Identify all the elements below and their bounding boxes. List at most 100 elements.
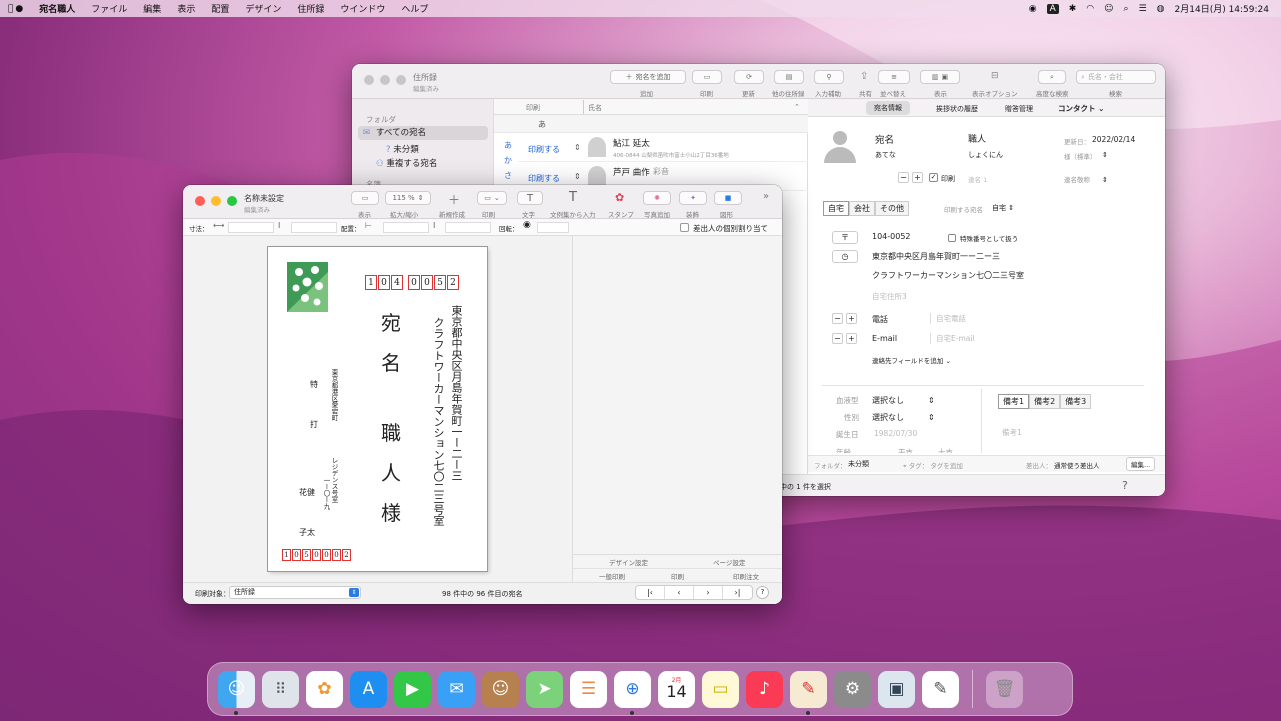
sender-address-line2[interactable]: 一ー〇ー九	[322, 477, 330, 510]
next-record-icon[interactable]: ›	[694, 586, 723, 599]
menu-design[interactable]: デザイン	[237, 2, 289, 15]
contacts-icon[interactable]: ☺	[482, 670, 519, 708]
view-button[interactable]: ▭	[351, 191, 379, 205]
memo-field[interactable]: 備考1	[1002, 427, 1022, 438]
sender-name-part[interactable]: 花健	[299, 487, 315, 498]
zoom-button[interactable]	[227, 196, 237, 206]
atena-shokunin-icon[interactable]: ✎	[790, 670, 827, 715]
tel-minus-button[interactable]: −	[832, 313, 843, 324]
col-print-header[interactable]: 印刷	[526, 103, 540, 113]
sender-building[interactable]: レジデンス号室	[330, 457, 338, 503]
user-icon[interactable]: ☺	[1104, 4, 1113, 14]
tab-other[interactable]: その他	[875, 201, 909, 216]
edit-sender-button[interactable]: 編集...	[1126, 457, 1156, 471]
postcard[interactable]: 1 0 4 0 0 5 2 東京都中央区月島年賀町一ー二ー三 クラフトワーカーマ…	[268, 247, 487, 571]
honorific-select[interactable]: 様（標準）	[1064, 151, 1097, 161]
postal-mark-button[interactable]: 〒	[832, 231, 858, 244]
updown-icon[interactable]: ⇕	[574, 172, 581, 181]
recipient-zip-boxes[interactable]: 1 0 4 0 0 5 2	[365, 275, 459, 290]
print-checkbox[interactable]: ✓	[929, 173, 938, 182]
add-address-button[interactable]: ＋宛名を追加	[610, 70, 686, 84]
shape-button[interactable]: ■	[714, 191, 742, 205]
x-field[interactable]	[383, 222, 429, 233]
page-settings-button[interactable]: ページ設定	[713, 557, 745, 567]
sort-button[interactable]: ≡	[878, 70, 910, 84]
tab-home[interactable]: 自宅	[823, 201, 849, 216]
job-field[interactable]: 職人	[968, 132, 986, 145]
zoom-button[interactable]	[396, 75, 406, 85]
notes-icon[interactable]: ▭	[702, 670, 739, 708]
menu-edit[interactable]: 編集	[135, 2, 169, 15]
print-toggle[interactable]: 印刷する	[528, 144, 560, 155]
tab-print[interactable]: 印刷	[671, 571, 684, 581]
email-field[interactable]: 自宅E-mail	[930, 333, 975, 344]
joint-name-field[interactable]: 連名 1	[968, 174, 987, 184]
first-record-icon[interactable]: |‹	[636, 586, 665, 599]
app-menu[interactable]: 宛名職人	[31, 2, 83, 15]
textedit-icon[interactable]: ✎	[922, 670, 959, 708]
clock-button[interactable]: ◷	[832, 250, 858, 263]
rotate-field[interactable]	[537, 222, 569, 233]
facetime-icon[interactable]: ▶	[394, 670, 431, 708]
email-minus-button[interactable]: −	[832, 333, 843, 344]
advanced-search-button[interactable]: ⌕	[1038, 70, 1066, 84]
rotate-dial-icon[interactable]: ◉	[523, 220, 531, 230]
sender-address-line1[interactable]: 東京都港区愛宕町	[330, 369, 338, 421]
menu-view[interactable]: 表示	[169, 2, 203, 15]
photos-icon[interactable]: ✿	[306, 670, 343, 708]
sender-select[interactable]: 通常使う差出人	[1054, 460, 1100, 470]
app-store-icon[interactable]: A	[350, 670, 387, 708]
print-toggle[interactable]: 印刷する	[528, 173, 560, 184]
table-row[interactable]: 印刷する ⇕ 鮎江 延太 406-0844 山梨県笛吹市富士小山2丁目36番地	[518, 134, 808, 162]
minimize-button[interactable]	[380, 75, 390, 85]
sex-select[interactable]: 選択なし ⇕	[872, 412, 935, 423]
apple-logo-icon[interactable]: ●	[15, 4, 31, 14]
help-button[interactable]: ?	[756, 586, 769, 599]
safari-icon[interactable]: ⊕	[614, 670, 651, 715]
sender-zip-boxes[interactable]: 1 0 5 0 0 0 2	[282, 549, 351, 561]
preview-icon[interactable]: ▣	[878, 670, 915, 708]
plum-flower-stamp[interactable]	[287, 262, 328, 312]
recipient-name[interactable]: 宛 名 職 人 様	[378, 313, 404, 533]
launchpad-icon[interactable]: ⠿	[262, 670, 299, 708]
tab-address-info[interactable]: 宛名情報	[866, 101, 910, 115]
trash-icon[interactable]: 🗑	[986, 670, 1023, 708]
minimize-button[interactable]	[211, 196, 221, 206]
width-field[interactable]	[228, 222, 274, 233]
system-preferences-icon[interactable]: ⚙	[834, 670, 871, 708]
tab-company[interactable]: 会社	[849, 201, 875, 216]
recipient-address-line2[interactable]: クラフトワーカーマンション七〇二三号室	[432, 317, 445, 526]
more-chevron-icon[interactable]: »	[763, 191, 769, 202]
tab-general-print[interactable]: 一般印刷	[599, 571, 625, 581]
y-field[interactable]	[445, 222, 491, 233]
tab-memo2[interactable]: 備考2	[1029, 394, 1061, 409]
tag-field[interactable]: ⌖ タグ： タグを追加	[903, 460, 963, 471]
email-plus-button[interactable]: +	[846, 333, 857, 344]
menu-help[interactable]: ヘルプ	[393, 2, 436, 15]
wifi-icon[interactable]: ◠	[1086, 4, 1094, 14]
menu-addressbook[interactable]: 住所録	[289, 2, 332, 15]
col-name-header[interactable]: 氏名	[588, 103, 602, 113]
sort-chevron-icon[interactable]: ⌃	[794, 103, 800, 111]
height-field[interactable]	[291, 222, 337, 233]
tab-memo3[interactable]: 備考3	[1060, 394, 1092, 409]
control-center-icon[interactable]: ☰	[1139, 4, 1147, 14]
record-icon[interactable]: ◉	[1029, 4, 1037, 14]
plus-button[interactable]: +	[912, 172, 923, 183]
last-record-icon[interactable]: ›|	[723, 586, 752, 599]
refresh-button[interactable]: ⟳	[734, 70, 764, 84]
tel-plus-button[interactable]: +	[846, 313, 857, 324]
view-toggle[interactable]: ▥ ▣	[920, 70, 960, 84]
text-button[interactable]: T	[517, 191, 543, 205]
print-button[interactable]: ▭	[692, 70, 722, 84]
input-assist-button[interactable]: ⚲	[814, 70, 844, 84]
birth-field[interactable]: 1982/07/30	[874, 429, 917, 438]
design-settings-button[interactable]: デザイン設定	[609, 557, 648, 567]
menu-arrange[interactable]: 配置	[203, 2, 237, 15]
tab-greeting-history[interactable]: 挨拶状の履歴	[936, 104, 978, 114]
print-button[interactable]: ▭ ⌄	[477, 191, 507, 205]
view-options-icon[interactable]: ⊟	[991, 71, 999, 81]
close-button[interactable]	[364, 75, 374, 85]
menu-file[interactable]: ファイル	[83, 2, 135, 15]
mail-icon[interactable]: ✉	[438, 670, 475, 708]
